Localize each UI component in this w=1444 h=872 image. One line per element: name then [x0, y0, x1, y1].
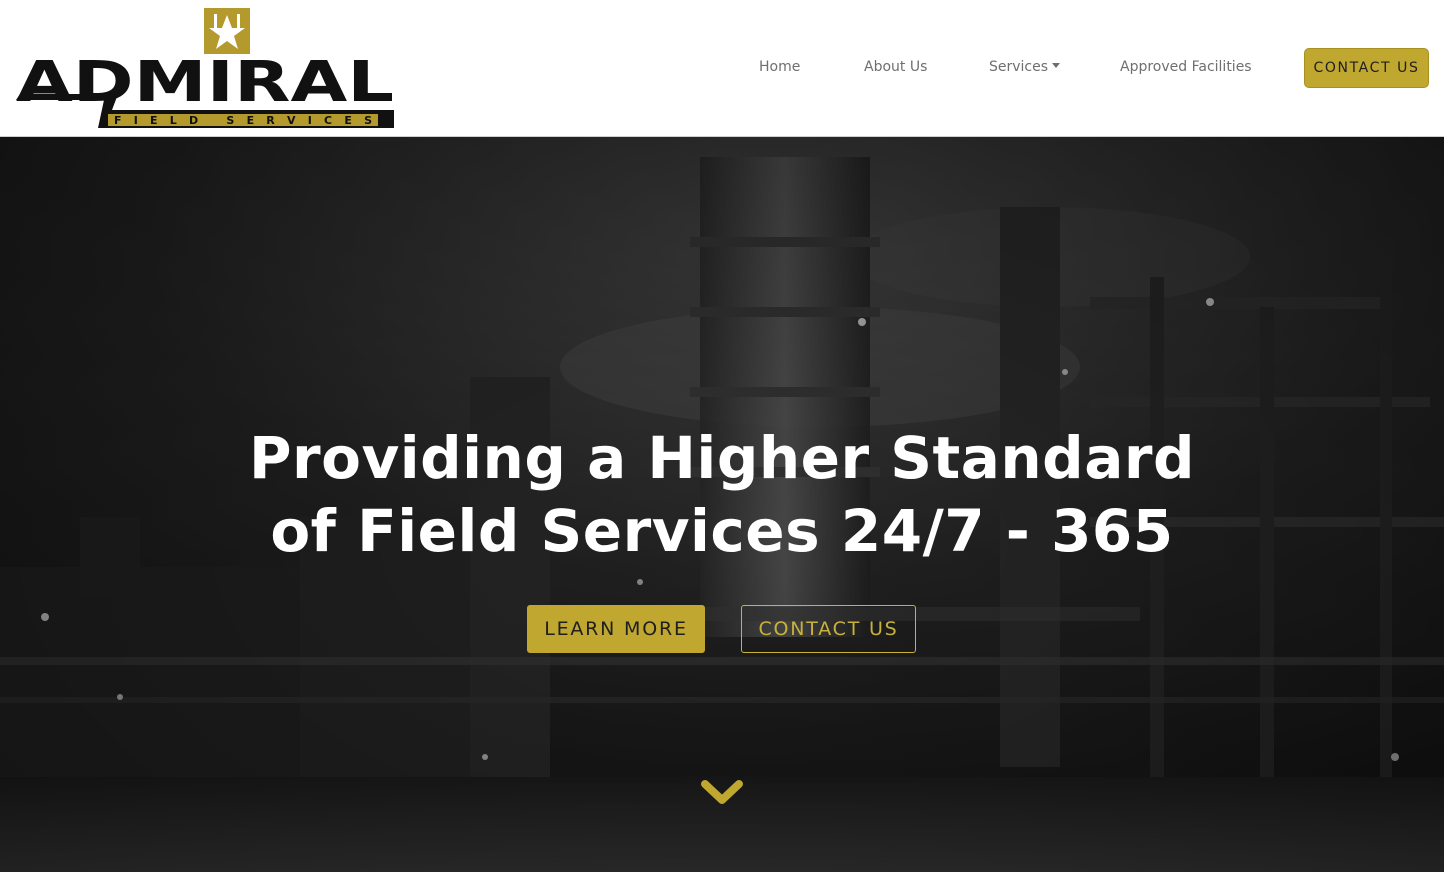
- nav-item-approved-facilities[interactable]: Approved Facilities: [1120, 59, 1252, 75]
- hero-contact-button[interactable]: CONTACT US: [741, 605, 916, 653]
- nav-item-services[interactable]: Services: [989, 59, 1061, 75]
- logo-wordmark: ADMIRAL: [16, 50, 394, 115]
- hero-headline-line-1: Providing a Higher Standard: [249, 424, 1195, 492]
- logo-graphic: ADMIRAL FIELD SERVICES: [16, 8, 394, 128]
- caret-down-icon: [1052, 63, 1061, 68]
- nav-item-about-us[interactable]: About Us: [864, 59, 927, 75]
- learn-more-button[interactable]: LEARN MORE: [527, 605, 705, 653]
- page: ADMIRAL FIELD SERVICES Home About Us Ser…: [0, 0, 1444, 872]
- nav-item-services-label: Services: [989, 59, 1049, 75]
- hero-headline-line-2: of Field Services 24/7 - 365: [270, 497, 1174, 565]
- site-header: ADMIRAL FIELD SERVICES Home About Us Ser…: [0, 0, 1444, 137]
- chevron-down-icon[interactable]: [700, 778, 744, 808]
- star-icon: [204, 8, 250, 54]
- site-logo[interactable]: ADMIRAL FIELD SERVICES: [14, 6, 396, 130]
- hero-headline: Providing a Higher Standard of Field Ser…: [0, 422, 1444, 568]
- hero-section: Providing a Higher Standard of Field Ser…: [0, 137, 1444, 872]
- header-contact-button[interactable]: CONTACT US: [1304, 48, 1429, 88]
- nav-item-home[interactable]: Home: [759, 59, 800, 75]
